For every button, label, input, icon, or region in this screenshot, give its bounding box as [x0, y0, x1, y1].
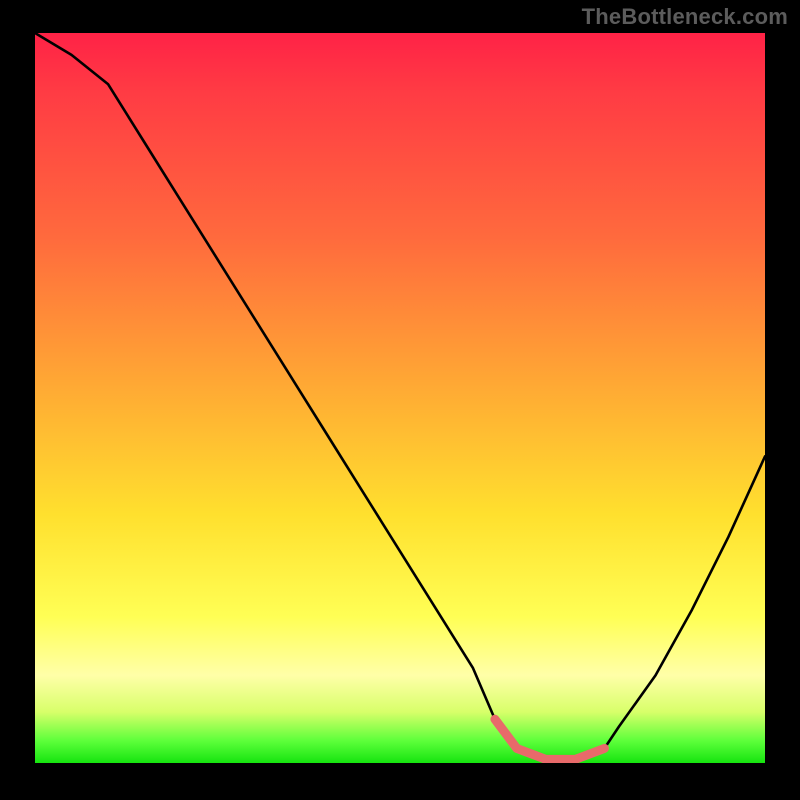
curve-layer	[35, 33, 765, 763]
chart-frame: TheBottleneck.com	[0, 0, 800, 800]
plot-area	[35, 33, 765, 763]
optimal-region-highlight	[495, 719, 605, 759]
watermark-text: TheBottleneck.com	[582, 4, 788, 30]
bottleneck-curve	[35, 33, 765, 759]
